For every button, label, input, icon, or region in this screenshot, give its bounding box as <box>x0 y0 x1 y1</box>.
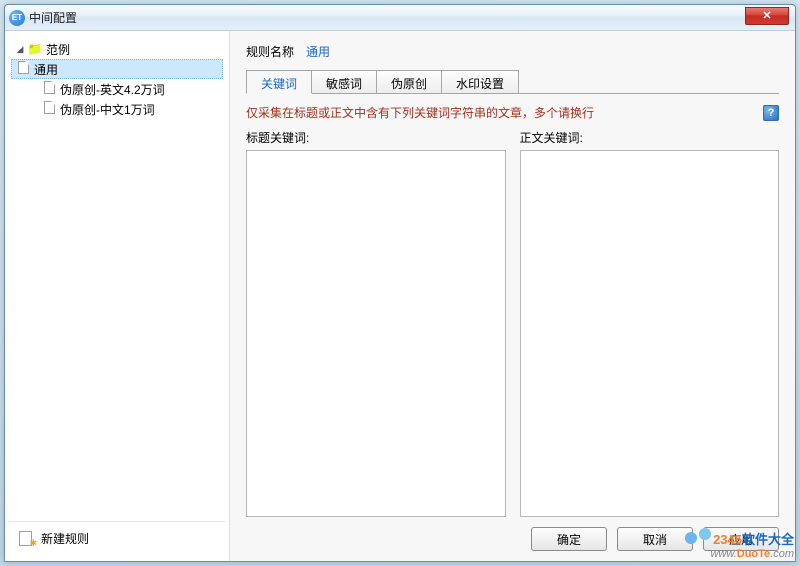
rule-name-row: 规则名称 通用 <box>246 43 779 60</box>
tree-root-label: 范例 <box>46 41 70 58</box>
ok-button[interactable]: 确定 <box>531 527 607 551</box>
new-file-icon <box>19 531 35 547</box>
rule-name-label: 规则名称 <box>246 43 294 60</box>
tab-sensitive[interactable]: 敏感词 <box>311 70 377 93</box>
cancel-button[interactable]: 取消 <box>617 527 693 551</box>
file-icon <box>15 61 31 77</box>
tab-bar: 关键词 敏感词 伪原创 水印设置 <box>246 70 779 94</box>
apply-button[interactable]: 应用 <box>703 527 779 551</box>
rule-tree[interactable]: ◢ 范例 通用 伪原创-英文4.2万词 伪原创-中文1万词 <box>9 37 225 521</box>
tab-pseudo[interactable]: 伪原创 <box>376 70 442 93</box>
hint-row: 仅采集在标题或正文中含有下列关键词字符串的文章，多个请换行 ? <box>246 104 779 121</box>
new-rule-button[interactable]: 新建规则 <box>9 521 225 555</box>
help-icon[interactable]: ? <box>763 105 779 121</box>
tree-item-label: 伪原创-中文1万词 <box>60 101 155 118</box>
caret-down-icon[interactable]: ◢ <box>15 44 25 55</box>
close-button[interactable]: ✕ <box>745 7 789 25</box>
tree-item-pseudo-en[interactable]: 伪原创-英文4.2万词 <box>11 79 223 99</box>
new-rule-label: 新建规则 <box>41 530 89 547</box>
tree-item-label: 伪原创-英文4.2万词 <box>60 81 165 98</box>
sidebar: ◢ 范例 通用 伪原创-英文4.2万词 伪原创-中文1万词 <box>5 31 230 561</box>
title-keywords-input[interactable] <box>246 150 506 517</box>
body-keywords-input[interactable] <box>520 150 780 517</box>
fields-row: 标题关键词: 正文关键词: <box>246 129 779 517</box>
config-window: ET 中间配置 ✕ ◢ 范例 通用 伪原创-英文4.2万词 <box>4 4 796 562</box>
tree-item-general[interactable]: 通用 <box>11 59 223 79</box>
tree-item-label: 通用 <box>34 61 58 78</box>
hint-text: 仅采集在标题或正文中含有下列关键词字符串的文章，多个请换行 <box>246 104 763 121</box>
window-title: 中间配置 <box>29 9 745 26</box>
body-keywords-label: 正文关键词: <box>520 129 780 146</box>
rule-name-value: 通用 <box>306 43 330 60</box>
tree-root[interactable]: ◢ 范例 <box>11 39 223 59</box>
titlebar: ET 中间配置 ✕ <box>5 5 795 31</box>
tree-item-pseudo-cn[interactable]: 伪原创-中文1万词 <box>11 99 223 119</box>
tab-watermark[interactable]: 水印设置 <box>441 70 519 93</box>
content-area: ◢ 范例 通用 伪原创-英文4.2万词 伪原创-中文1万词 <box>5 31 795 561</box>
file-icon <box>41 81 57 97</box>
tab-keywords[interactable]: 关键词 <box>246 70 312 94</box>
app-icon: ET <box>9 10 25 26</box>
tab-panel-keywords: 仅采集在标题或正文中含有下列关键词字符串的文章，多个请换行 ? 标题关键词: 正… <box>246 94 779 517</box>
body-keywords-col: 正文关键词: <box>520 129 780 517</box>
file-icon <box>41 101 57 117</box>
folder-icon <box>27 42 43 56</box>
main-panel: 规则名称 通用 关键词 敏感词 伪原创 水印设置 仅采集在标题或正文中含有下列关… <box>230 31 795 561</box>
title-keywords-col: 标题关键词: <box>246 129 506 517</box>
button-row: 确定 取消 应用 <box>246 517 779 551</box>
title-keywords-label: 标题关键词: <box>246 129 506 146</box>
